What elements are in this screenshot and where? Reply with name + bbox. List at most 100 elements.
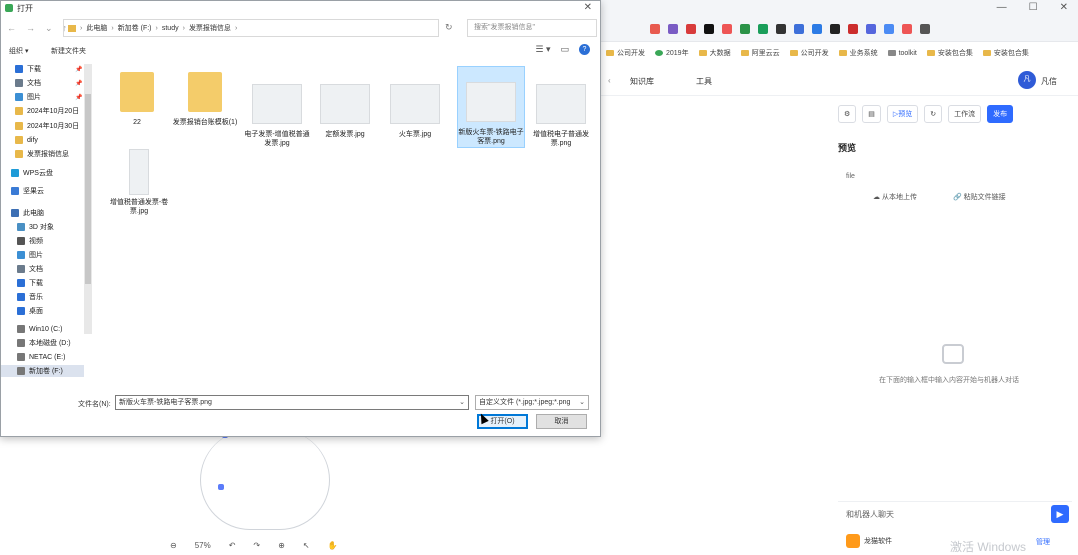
new-folder-button[interactable]: 新建文件夹 [51, 46, 86, 56]
refresh-icon[interactable]: ↻ [445, 22, 453, 33]
chevron-down-icon[interactable]: ⌄ [579, 396, 585, 409]
paste-link-button[interactable]: 🔗 粘贴文件链接 [953, 192, 1006, 202]
breadcrumb-item[interactable]: study [162, 25, 179, 32]
manage-link[interactable]: 管理 [1036, 537, 1050, 547]
upload-local-button[interactable]: ☁ 从本地上传 [873, 192, 917, 202]
organize-button[interactable]: 组织 ▾ [9, 46, 28, 56]
bookmark-item[interactable]: 公司开发 [789, 48, 829, 58]
file-item[interactable]: 定额发票.jpg [311, 81, 379, 139]
maximize-icon[interactable]: ☐ [1029, 2, 1038, 13]
canvas-node[interactable] [218, 484, 224, 490]
tab-icon[interactable] [902, 24, 912, 34]
bookmark-item[interactable]: 安装包合集 [982, 48, 1029, 58]
nav-item[interactable]: 音乐 [1, 291, 84, 303]
tab-icon[interactable] [794, 24, 804, 34]
nav-scrollbar[interactable] [84, 64, 92, 334]
redo-icon[interactable]: ↷ [253, 541, 260, 550]
breadcrumb-item[interactable]: 发票报销信息 [189, 23, 231, 33]
chevron-down-icon[interactable]: ⌄ [459, 396, 465, 409]
file-item[interactable]: 22 [103, 69, 171, 127]
view-icon[interactable]: ☰ ▾ [535, 44, 550, 55]
forward-icon[interactable]: → [26, 23, 35, 34]
tab-icon[interactable] [704, 24, 714, 34]
tab-icon[interactable] [812, 24, 822, 34]
nav-item[interactable]: 下载 📌 [1, 63, 84, 75]
nav-item[interactable]: WPS云盘 [1, 167, 84, 179]
bookmark-item[interactable]: 公司开发 [606, 48, 645, 58]
nav-item[interactable]: 2024年10月30日 [1, 120, 84, 132]
tab-icon[interactable] [830, 24, 840, 34]
preview-pane-icon[interactable]: ▭ [560, 44, 569, 55]
add-icon[interactable]: ⊕ [278, 541, 285, 550]
file-item[interactable]: 新版火车票-铁路电子客票.png [457, 66, 525, 148]
bookmark-item[interactable]: 业务系统 [838, 48, 878, 58]
filetype-select[interactable]: 自定义文件 (*.jpg;*.jpeg;*.png ⌄ [475, 395, 589, 410]
file-item[interactable]: 增值税电子普通发票.png [527, 81, 595, 148]
nav-item[interactable]: Win10 (C:) [1, 323, 84, 335]
tab-icon[interactable] [722, 24, 732, 34]
publish-button[interactable]: 发布 [987, 105, 1014, 123]
tab-icon[interactable] [920, 24, 930, 34]
nav-item[interactable]: 本地磁盘 (D:) [1, 337, 84, 349]
chevron-left-icon[interactable]: ‹ [608, 76, 611, 85]
tab-icon[interactable] [650, 24, 660, 34]
bookmark-item[interactable]: 安装包合集 [926, 48, 973, 58]
chat-input[interactable]: 和机器人聊天 [846, 509, 894, 520]
bookmark-item[interactable]: toolkit [887, 50, 917, 57]
nav-item[interactable]: 3D 对象 [1, 221, 84, 233]
nav-item[interactable]: 文档 [1, 263, 84, 275]
preview-button[interactable]: ▷ 预览 [886, 105, 919, 123]
chevron-down-icon[interactable]: ⌄ [45, 23, 53, 34]
workflow-button[interactable]: 工作流 [948, 105, 982, 123]
search-input[interactable]: 搜索"发票报销信息" [467, 19, 597, 37]
send-button[interactable]: ▶ [1051, 505, 1069, 523]
toolbar-item-knowledge[interactable]: 知识库 [630, 76, 654, 87]
file-item[interactable]: 发票报销台账模板(1) [171, 69, 239, 127]
nav-item[interactable]: 文档 📌 [1, 77, 84, 89]
nav-item[interactable]: 视频 [1, 235, 84, 247]
toolbar-item-tools[interactable]: 工具 [696, 76, 712, 87]
nav-item[interactable]: 下载 [1, 277, 84, 289]
nav-item[interactable]: 桌面 [1, 305, 84, 317]
tab-icon[interactable] [866, 24, 876, 34]
nav-item[interactable]: 2024年10月20日 [1, 105, 84, 117]
taskbar-app[interactable]: 龙猫软件 [846, 534, 892, 548]
nav-item[interactable]: 此电脑 [1, 207, 84, 219]
breadcrumb-item[interactable]: 新加卷 (F:) [118, 23, 152, 33]
file-item[interactable]: 增值税普通发票-卷票.jpg [105, 149, 173, 216]
help-icon[interactable]: ? [579, 44, 590, 55]
hand-icon[interactable]: ✋ [328, 541, 338, 550]
filename-input[interactable]: 新版火车票-铁路电子客票.png ⌄ [115, 395, 469, 410]
nav-item[interactable]: 发票报销信息 [1, 148, 84, 160]
nav-item[interactable]: NETAC (E:) [1, 351, 84, 363]
tab-icon[interactable] [668, 24, 678, 34]
breadcrumb[interactable]: › 此电脑 › 新加卷 (F:) › study › 发票报销信息 › [63, 19, 439, 37]
tab-icon[interactable] [686, 24, 696, 34]
nav-item[interactable]: 图片 [1, 249, 84, 261]
settings-button[interactable]: ⚙ [838, 105, 857, 123]
tab-icon[interactable] [776, 24, 786, 34]
tab-icon[interactable] [848, 24, 858, 34]
zoom-out-icon[interactable]: ⊖ [170, 541, 177, 550]
zoom-level[interactable]: 57% [195, 541, 211, 550]
layout-button[interactable]: ▤ [862, 105, 881, 123]
cancel-button[interactable]: 取消 [536, 414, 587, 429]
tab-icon[interactable] [758, 24, 768, 34]
refresh-button[interactable]: ↻ [924, 105, 943, 123]
close-icon[interactable]: ✕ [1060, 2, 1068, 13]
tab-icon[interactable] [884, 24, 894, 34]
minimize-icon[interactable]: — [997, 2, 1007, 13]
nav-item[interactable]: 图片 📌 [1, 91, 84, 103]
scrollbar-thumb[interactable] [85, 94, 91, 284]
nav-item[interactable]: 坚果云 [1, 185, 84, 197]
tab-icon[interactable] [740, 24, 750, 34]
breadcrumb-item[interactable]: 此电脑 [86, 23, 107, 33]
bookmark-item[interactable]: 阿里云云 [740, 48, 780, 58]
back-icon[interactable]: ← [7, 23, 16, 34]
nav-item[interactable]: 新加卷 (F:) [1, 365, 84, 377]
avatar[interactable]: 凡 [1018, 71, 1036, 89]
pointer-icon[interactable]: ↖ [303, 541, 310, 550]
file-item[interactable]: 火车票.jpg [381, 81, 449, 139]
bookmark-item[interactable]: 大数据 [698, 48, 731, 58]
undo-icon[interactable]: ↶ [229, 541, 236, 550]
